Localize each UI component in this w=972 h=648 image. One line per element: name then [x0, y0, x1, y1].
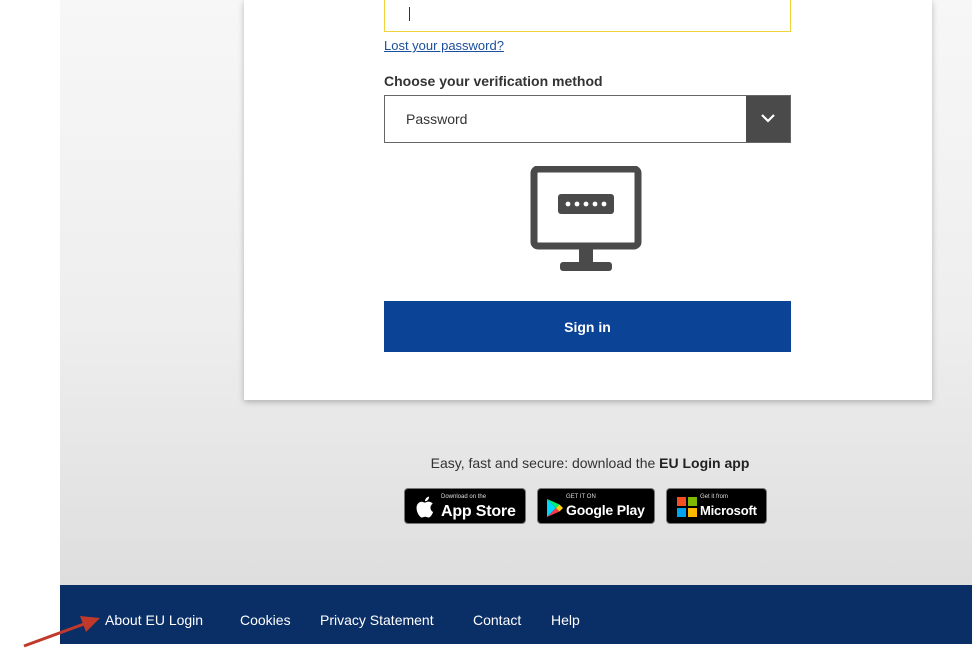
google-play-small-text: GET IT ON — [566, 494, 596, 500]
red-arrow-icon — [23, 616, 100, 648]
verification-method-label: Choose your verification method — [384, 73, 603, 89]
footer-link-contact[interactable]: Contact — [473, 612, 521, 628]
footer: About EU Login Cookies Privacy Statement… — [60, 585, 972, 644]
dropdown-toggle[interactable] — [746, 96, 790, 142]
google-play-badge[interactable]: GET IT ON Google Play — [537, 488, 655, 524]
app-promo-prefix: Easy, fast and secure: download the — [430, 455, 660, 471]
login-card: Lost your password? Choose your verifica… — [244, 0, 932, 400]
app-store-badge[interactable]: Download on the App Store — [404, 488, 526, 524]
footer-link-privacy[interactable]: Privacy Statement — [320, 612, 434, 628]
text-caret — [409, 7, 410, 21]
google-play-icon — [547, 499, 563, 517]
monitor-password-icon — [530, 166, 642, 271]
app-store-big-text: App Store — [441, 503, 516, 520]
microsoft-big-text: Microsoft — [700, 503, 757, 518]
app-store-small-text: Download on the — [441, 494, 487, 500]
verification-method-value: Password — [406, 111, 468, 127]
footer-link-help[interactable]: Help — [551, 612, 580, 628]
microsoft-small-text: Get it from — [700, 494, 729, 500]
username-input[interactable] — [384, 0, 791, 32]
chevron-down-icon — [761, 114, 775, 123]
lost-password-link[interactable]: Lost your password? — [384, 38, 504, 53]
app-promo-text: Easy, fast and secure: download the EU L… — [0, 455, 972, 471]
app-promo-bold: EU Login app — [659, 455, 750, 471]
google-play-big-text: Google Play — [566, 502, 645, 518]
footer-link-cookies[interactable]: Cookies — [240, 612, 291, 628]
verification-method-select[interactable]: Password — [384, 95, 791, 143]
apple-icon — [416, 496, 434, 518]
sign-in-button[interactable]: Sign in — [384, 301, 791, 352]
microsoft-icon — [677, 497, 697, 517]
microsoft-store-badge[interactable]: Get it from Microsoft — [666, 488, 767, 524]
footer-link-about[interactable]: About EU Login — [105, 612, 203, 628]
